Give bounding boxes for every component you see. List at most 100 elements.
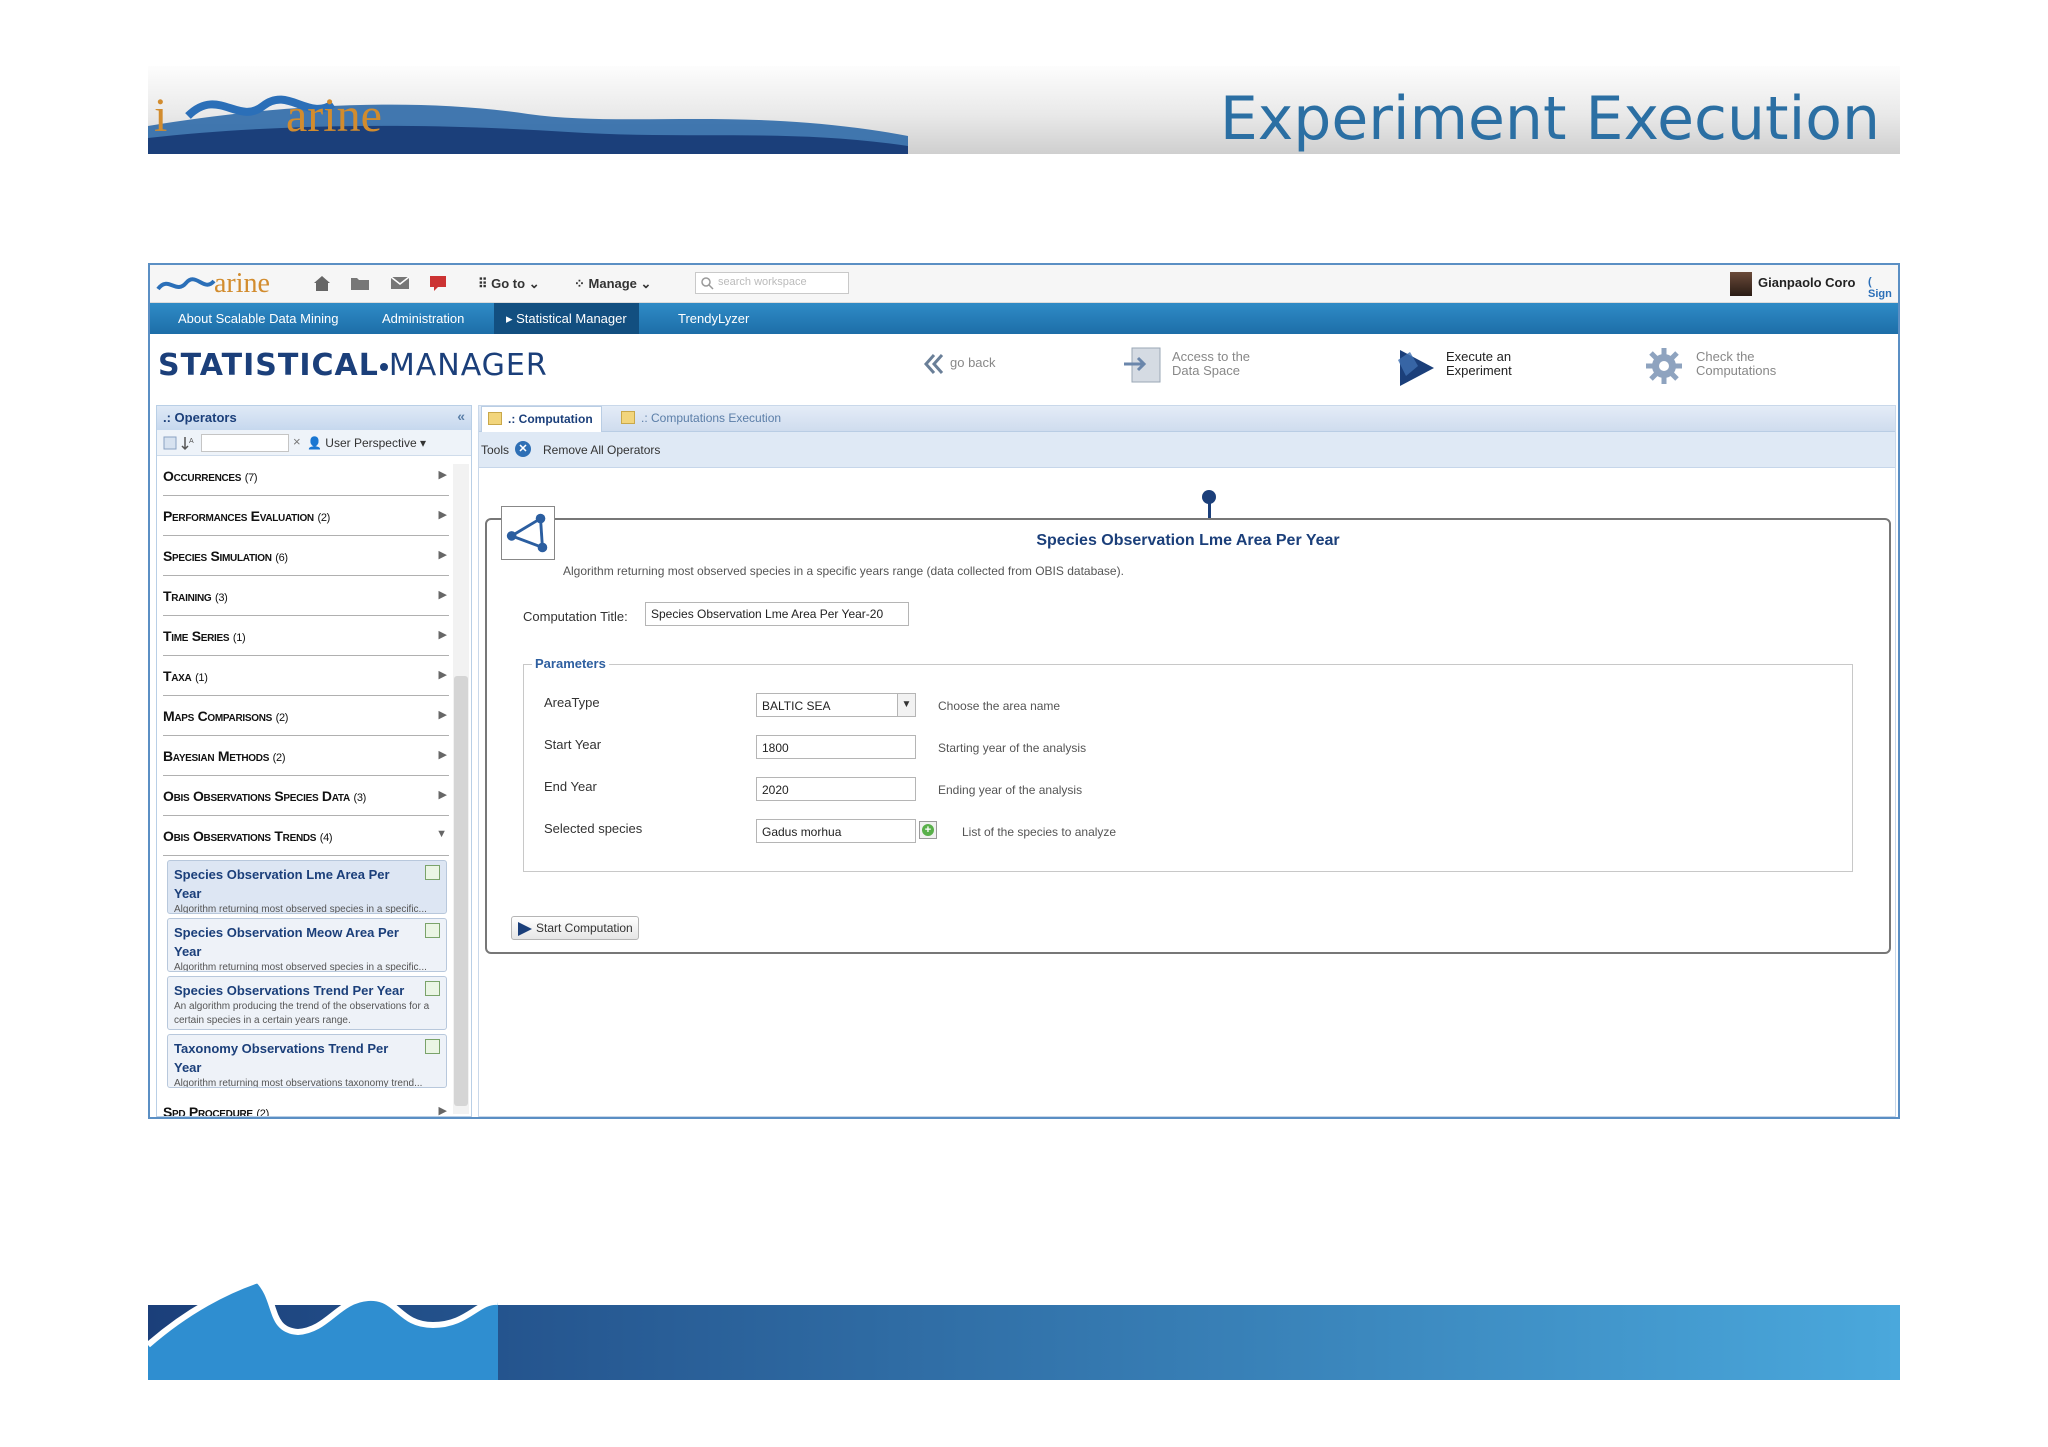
search-input[interactable]: search workspace	[695, 272, 849, 294]
sign-out-link[interactable]: ( Sign	[1868, 276, 1898, 300]
operator-description: Algorithm returning most observed specie…	[174, 904, 427, 914]
mini-wave-logo-icon	[156, 277, 216, 291]
start-computation-button[interactable]: Start Computation	[511, 916, 639, 940]
goto-menu[interactable]: ⠿ Go to ⌄	[478, 276, 540, 292]
remove-all-icon[interactable]: ✕	[515, 441, 531, 457]
category-occurrences[interactable]: Occurrences (7) ▶	[163, 456, 449, 496]
folder-icon[interactable]	[350, 274, 370, 292]
category-bayesian-methods[interactable]: Bayesian Methods (2) ▶	[163, 736, 449, 776]
portal-brand[interactable]: arine	[214, 268, 270, 300]
expand-arrow-icon[interactable]: ▶	[439, 748, 447, 761]
end-year-input[interactable]: 2020	[756, 777, 916, 801]
selected-species-input[interactable]: Gadus morhua +	[756, 819, 937, 843]
area-type-value: BALTIC SEA	[762, 699, 831, 713]
computation-title-input[interactable]: Species Observation Lme Area Per Year-20	[645, 602, 909, 626]
expand-arrow-icon[interactable]: ▶	[439, 708, 447, 721]
tab-computations-execution-label: .: Computations Execution	[641, 411, 782, 425]
category-obis-observations-species-data[interactable]: Obis Observations Species Data (3) ▶	[163, 776, 449, 816]
category-count: (1)	[232, 632, 246, 644]
nav-item-about[interactable]: About Scalable Data Mining	[166, 303, 350, 334]
category-count: (7)	[244, 472, 258, 484]
nav-item-administration[interactable]: Administration	[370, 303, 476, 334]
operator-info-icon[interactable]	[425, 865, 440, 880]
category-time-series[interactable]: Time Series (1) ▶	[163, 616, 449, 656]
execute-experiment-icon[interactable]	[1394, 346, 1438, 388]
category-count: (3)	[214, 592, 228, 604]
end-year-help: Ending year of the analysis	[938, 783, 1083, 797]
selected-species-value: Gadus morhua	[762, 825, 842, 839]
category-count: (2)	[275, 712, 289, 724]
home-icon[interactable]	[312, 274, 332, 292]
category-count: (1)	[195, 672, 208, 684]
manage-menu[interactable]: ⁘ Manage ⌄	[574, 276, 651, 292]
scrollbar-thumb[interactable]	[454, 676, 468, 1106]
start-year-input[interactable]: 1800	[756, 735, 916, 759]
expand-all-icon[interactable]	[163, 436, 177, 450]
operator-filter-input[interactable]	[201, 434, 289, 452]
statistical-manager-header: STATISTICAL MANAGER go back Access to the…	[150, 334, 1898, 402]
operator-info-icon[interactable]	[425, 923, 440, 938]
check-computations-link[interactable]: Check the Computations	[1696, 350, 1776, 378]
access-data-space-line2: Data Space	[1172, 363, 1240, 378]
category-count: (3)	[353, 792, 367, 804]
operator-item[interactable]: Species Observation Lme Area Per Year Al…	[167, 860, 447, 914]
start-computation-label: Start Computation	[536, 921, 633, 935]
expand-arrow-icon[interactable]: ▶	[439, 468, 447, 481]
sort-icon[interactable]: A	[181, 435, 195, 451]
data-space-icon[interactable]	[1122, 346, 1164, 386]
user-name[interactable]: Gianpaolo Coro	[1758, 275, 1856, 290]
execute-experiment-link[interactable]: Execute an Experiment	[1446, 350, 1512, 378]
operator-item[interactable]: Species Observation Meow Area Per Year A…	[167, 918, 447, 972]
area-type-select[interactable]: BALTIC SEA ▼	[756, 693, 916, 717]
mail-icon[interactable]	[390, 274, 410, 292]
user-perspective-dropdown[interactable]: 👤 User Perspective ▾	[307, 436, 426, 450]
go-back-link[interactable]: go back	[950, 356, 996, 370]
category-count: (2)	[272, 752, 286, 764]
clear-filter-icon[interactable]: ×	[293, 434, 301, 449]
chevron-down-icon[interactable]: ▼	[897, 694, 915, 716]
category-count: (2)	[317, 512, 330, 524]
operator-item[interactable]: Species Observations Trend Per Year An a…	[167, 976, 447, 1030]
collapse-arrow-icon[interactable]: ▼	[436, 828, 447, 840]
tab-computations-execution[interactable]: .: Computations Execution	[615, 406, 789, 432]
add-species-icon[interactable]: +	[919, 821, 937, 839]
nav-item-statistical-manager[interactable]: ▸ Statistical Manager	[494, 303, 639, 334]
expand-arrow-icon[interactable]: ▶	[439, 548, 447, 561]
access-data-space-link[interactable]: Access to the Data Space	[1172, 350, 1250, 378]
category-training[interactable]: Training (3) ▶	[163, 576, 449, 616]
operator-item[interactable]: Taxonomy Observations Trend Per Year Alg…	[167, 1034, 447, 1088]
play-icon	[518, 922, 532, 936]
computation-title: Species Observation Lme Area Per Year	[1036, 532, 1340, 549]
tab-computation[interactable]: .: Computation	[481, 406, 602, 432]
operator-info-icon[interactable]	[425, 981, 440, 996]
expand-arrow-icon[interactable]: ▶	[439, 588, 447, 601]
tools-label: Tools	[481, 443, 510, 457]
parameters-fieldset: Parameters AreaType BALTIC SEA ▼ Choose …	[523, 656, 1853, 872]
nav-item-trendylyzer[interactable]: TrendyLyzer	[666, 303, 761, 334]
category-spd-procedure[interactable]: Spd Procedure (2) ▶	[163, 1092, 449, 1116]
tools-bar: Tools ✕ Remove All Operators	[479, 432, 1895, 468]
category-taxa[interactable]: Taxa (1) ▶	[163, 656, 449, 696]
category-obis-observations-trends[interactable]: Obis Observations Trends (4) ▼	[163, 816, 449, 856]
check-computations-icon[interactable]	[1642, 346, 1686, 388]
expand-arrow-icon[interactable]: ▶	[439, 508, 447, 521]
operators-panel-header: .: Operators «	[157, 406, 471, 430]
start-year-label: Start Year	[544, 737, 602, 752]
expand-arrow-icon[interactable]: ▶	[439, 628, 447, 641]
main-tabs: .: Computation .: Computations Execution	[479, 406, 1895, 432]
notification-icon[interactable]	[428, 274, 448, 292]
category-performances-evaluation[interactable]: Performances Evaluation (2) ▶	[163, 496, 449, 536]
expand-arrow-icon[interactable]: ▶	[439, 1104, 447, 1116]
go-back-icon[interactable]	[922, 352, 946, 376]
collapse-panel-icon[interactable]: «	[457, 408, 465, 424]
slide-title: Experiment Execution	[1219, 84, 1880, 154]
operator-info-icon[interactable]	[425, 1039, 440, 1054]
category-maps-comparisons[interactable]: Maps Comparisons (2) ▶	[163, 696, 449, 736]
expand-arrow-icon[interactable]: ▶	[439, 788, 447, 801]
expand-arrow-icon[interactable]: ▶	[439, 668, 447, 681]
manage-label: Manage	[588, 276, 637, 291]
remove-all-operators-button[interactable]: Remove All Operators	[543, 443, 660, 457]
execute-experiment-line1: Execute an	[1446, 349, 1512, 364]
category-species-simulation[interactable]: Species Simulation (6) ▶	[163, 536, 449, 576]
avatar[interactable]	[1730, 272, 1752, 296]
